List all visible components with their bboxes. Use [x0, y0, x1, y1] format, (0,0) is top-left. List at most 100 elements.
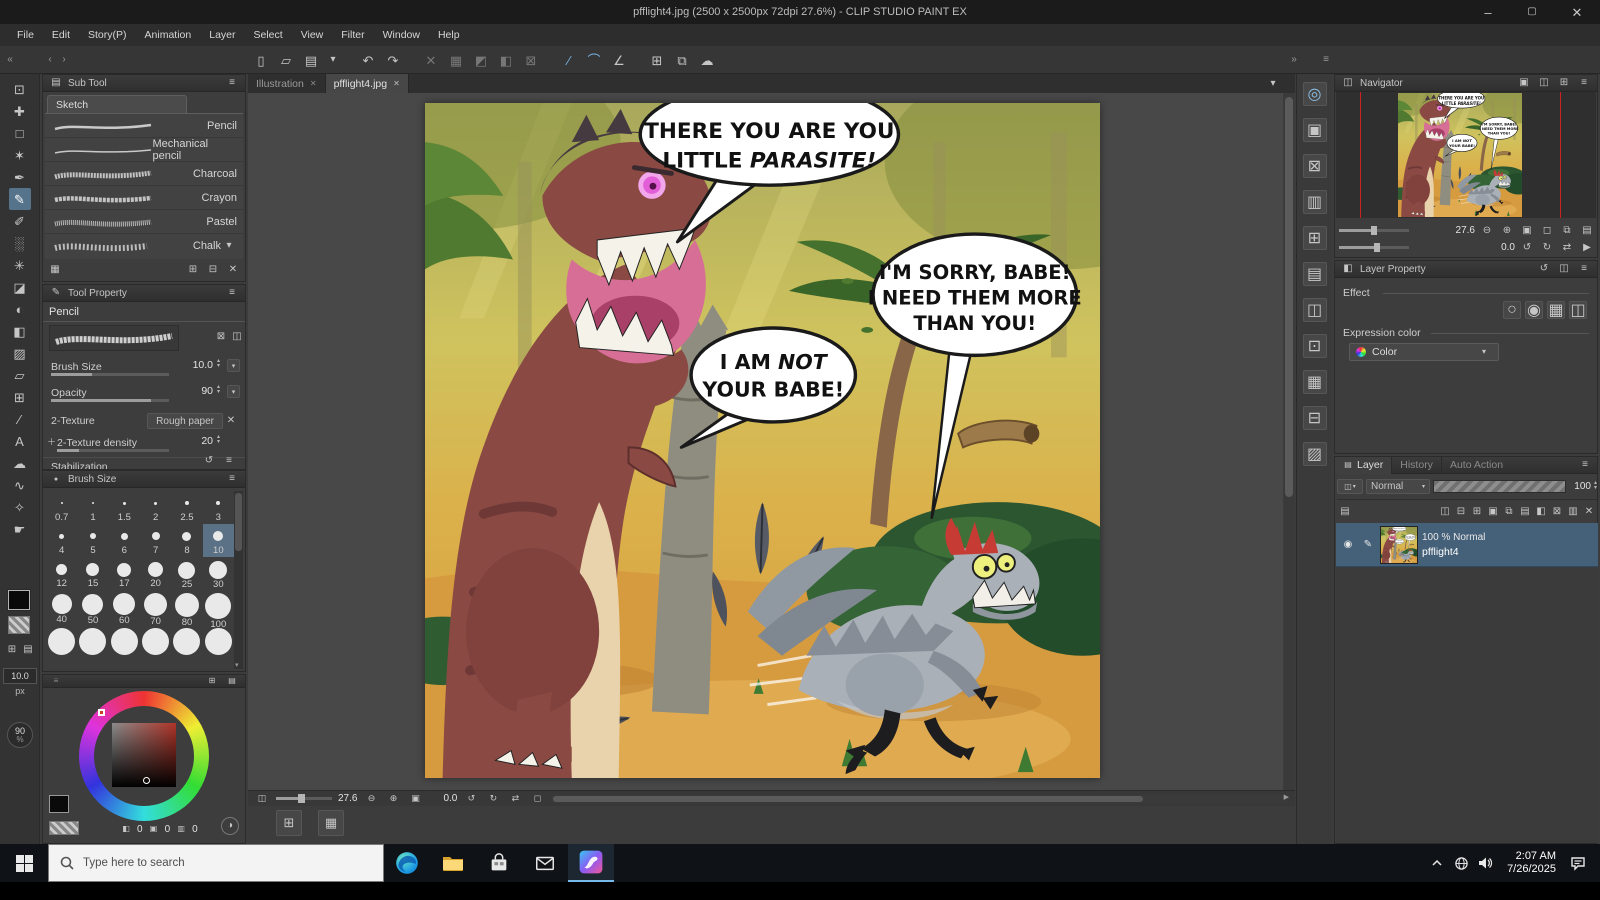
brush-size-menu-icon[interactable]: ≡ — [224, 471, 240, 487]
transparent-chip[interactable] — [49, 821, 79, 835]
menu-help[interactable]: Help — [429, 29, 469, 41]
paper-texture-icon[interactable]: ▦ — [1547, 301, 1565, 319]
brush-size-scrollbar[interactable]: ▾ — [234, 491, 243, 669]
navigator-menu-icon[interactable]: ≡ — [1576, 75, 1592, 91]
snap-to-grid-icon[interactable]: ∠ — [608, 49, 630, 71]
subtool-group-tab[interactable]: Sketch — [47, 95, 187, 113]
tab-list-icon[interactable]: ▾ — [1265, 76, 1281, 92]
taskbar-search[interactable] — [48, 844, 384, 882]
reset-tool-property-icon[interactable]: ↺ — [201, 453, 217, 469]
start-button[interactable] — [0, 844, 48, 882]
subtool-item-chalk[interactable]: Chalk ▾ — [45, 234, 243, 258]
taskbar-clock[interactable]: 2:07 AM 7/26/2025 — [1497, 851, 1566, 875]
pose-material-panel-icon[interactable]: ▦ — [1303, 370, 1327, 394]
figure-tool-icon[interactable]: ▱ — [9, 364, 31, 386]
texture-density-value[interactable]: 20 — [179, 435, 213, 447]
brush-size-cell[interactable] — [109, 623, 140, 656]
taskbar-explorer-button[interactable] — [430, 844, 476, 882]
zoom-out-icon[interactable]: ⊖ — [363, 791, 379, 807]
taskbar-edge-button[interactable] — [384, 844, 430, 882]
merge-down-icon[interactable]: ◧ — [1533, 504, 1549, 520]
maximize-button[interactable]: ▢ — [1512, 1, 1552, 23]
snap-to-special-ruler-icon[interactable]: ⌒ — [583, 49, 605, 71]
brush-size-value[interactable]: 10.0 — [179, 359, 213, 371]
selection-tool-icon[interactable]: □ — [9, 122, 31, 144]
zoom-fit-icon[interactable]: ◫ — [254, 791, 270, 807]
menu-layer[interactable]: Layer — [200, 29, 244, 41]
texture-panel-icon[interactable]: ▨ — [1303, 442, 1327, 466]
subtool-item-pencil[interactable]: Pencil — [45, 114, 243, 138]
subtool-item-pastel[interactable]: Pastel — [45, 210, 243, 234]
preview-switch-icon[interactable]: ◫ — [229, 329, 245, 345]
tray-network-icon[interactable] — [1449, 844, 1473, 882]
delete-subtool-icon[interactable]: ✕ — [225, 262, 241, 278]
brush-size-cell[interactable]: 80 — [171, 590, 202, 623]
history-tab[interactable]: History — [1392, 457, 1442, 474]
menu-view[interactable]: View — [292, 29, 333, 41]
main-color-swatch[interactable] — [8, 590, 30, 610]
fill-icon[interactable]: ◧ — [495, 49, 517, 71]
reference-layer-icon[interactable]: ◫ — [1569, 301, 1587, 319]
navigator-zoom-slider[interactable] — [1339, 229, 1409, 232]
brush-size-cell[interactable]: 2.5 — [171, 491, 202, 524]
canvas-viewport[interactable] — [248, 93, 1283, 790]
brush-size-slider[interactable] — [51, 373, 169, 376]
quick-material-button[interactable]: ▦ — [318, 810, 344, 836]
download-panel-icon[interactable]: ⊠ — [1303, 154, 1327, 178]
primitive-panel-icon[interactable]: ⊟ — [1303, 406, 1327, 430]
canvas-vertical-scrollbar[interactable] — [1284, 93, 1294, 790]
new-file-icon[interactable]: ▯ — [250, 49, 272, 71]
brush-size-spinner[interactable]: ▴▾ — [217, 359, 220, 369]
menu-file[interactable]: File — [8, 29, 43, 41]
navigator-fit-icon[interactable]: ▣ — [1519, 223, 1535, 239]
close-button[interactable]: ✕ — [1556, 1, 1598, 23]
sub-tool-menu-icon[interactable]: ≡ — [224, 75, 240, 91]
brush-size-cell[interactable]: 25 — [171, 557, 202, 590]
zoom-value[interactable]: 27.6 — [338, 793, 357, 804]
action-center-icon[interactable] — [1566, 844, 1590, 882]
tray-chevron-up-icon[interactable] — [1425, 844, 1449, 882]
brush-size-cell[interactable]: 60 — [109, 590, 140, 623]
brush-size-cell[interactable]: 2 — [140, 491, 171, 524]
apply-mask-icon[interactable]: ▥ — [1565, 504, 1581, 520]
opacity-spinner[interactable]: ▴▾ — [217, 385, 220, 395]
transfer-layer-icon[interactable]: ▤ — [1517, 504, 1533, 520]
save-file-icon[interactable]: ▤ — [300, 49, 322, 71]
layer-palette-dropdown[interactable]: ◫ ▾ — [1337, 479, 1363, 494]
taskbar-mail-button[interactable] — [522, 844, 568, 882]
brush-size-cell[interactable]: 4 — [46, 524, 77, 557]
brush-size-cell[interactable]: 1.5 — [109, 491, 140, 524]
layer-thumbnail[interactable] — [1380, 526, 1418, 564]
texture-density-spinner[interactable]: ▴▾ — [217, 435, 220, 445]
zoom-in-icon[interactable]: ⊕ — [385, 791, 401, 807]
navigator-grid-icon[interactable]: ⊞ — [1556, 75, 1572, 91]
frame-border-tool-icon[interactable]: ⊞ — [9, 386, 31, 408]
brush-size-cell[interactable]: 30 — [203, 557, 234, 590]
brush-size-cell[interactable]: 8 — [171, 524, 202, 557]
brush-size-cell[interactable]: 100 — [203, 590, 234, 623]
border-effect-icon[interactable]: ○ — [1503, 301, 1521, 319]
hand-tool-icon[interactable]: ☛ — [9, 518, 31, 540]
navigator-header[interactable]: ◫ Navigator ▣ ◫ ⊞ ≡ — [1335, 75, 1597, 92]
material-panel-icon[interactable]: ▣ — [1303, 118, 1327, 142]
menu-story[interactable]: Story(P) — [79, 29, 136, 41]
brush-size-cell[interactable]: 17 — [109, 557, 140, 590]
brush-size-cell[interactable] — [203, 623, 234, 656]
brush-size-cell[interactable]: 7 — [140, 524, 171, 557]
document-tab-active[interactable]: pfflight4.jpg ✕ — [326, 74, 409, 93]
3d-material-panel-icon[interactable]: ⊡ — [1303, 334, 1327, 358]
layer-property-menu-icon[interactable]: ≡ — [1576, 261, 1592, 277]
flip-horizontal-icon[interactable]: ⇄ — [507, 791, 523, 807]
text-tool-icon[interactable]: A — [9, 430, 31, 452]
snap-to-ruler-icon[interactable]: ∕ — [558, 49, 580, 71]
navigator-reset-icon[interactable]: ▶ — [1579, 240, 1595, 256]
expression-color-dropdown[interactable]: Color ▾ — [1349, 343, 1499, 361]
scale-selection-icon[interactable]: ⊠ — [520, 49, 542, 71]
pen-tool-icon[interactable]: ✒ — [9, 166, 31, 188]
airbrush-tool-icon[interactable]: ░ — [9, 232, 31, 254]
brush-size-cell[interactable]: 50 — [77, 590, 108, 623]
tool-property-header[interactable]: ✎ Tool Property ≡ — [43, 285, 245, 302]
brush-tool-icon[interactable]: ✐ — [9, 210, 31, 232]
layer-mask-icon[interactable]: ⊠ — [1549, 504, 1565, 520]
open-file-icon[interactable]: ▱ — [275, 49, 297, 71]
